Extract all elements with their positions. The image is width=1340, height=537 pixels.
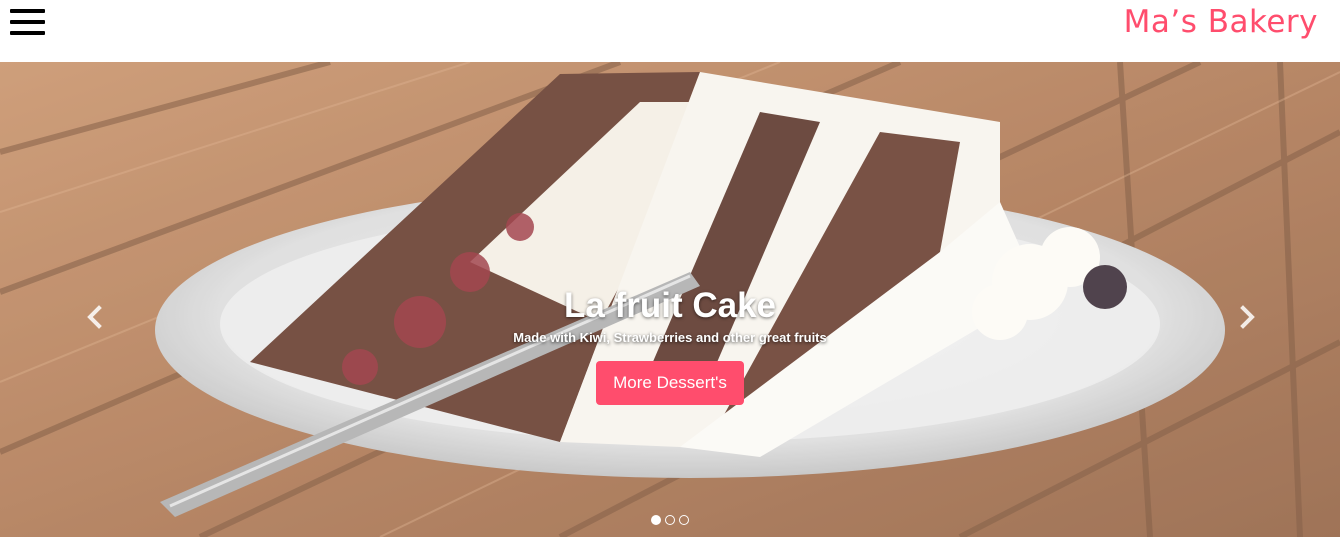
carousel-caption: La fruit Cake Made with Kiwi, Strawberri… [0,284,1340,405]
navbar: Ma’s Bakery [0,0,1340,62]
carousel-indicator-1[interactable] [651,515,661,525]
brand-logo[interactable]: Ma’s Bakery [1124,4,1318,40]
hamburger-menu-icon[interactable] [10,8,46,38]
carousel-indicators [0,515,1340,525]
carousel-indicator-2[interactable] [665,515,675,525]
slide-subtitle: Made with Kiwi, Strawberries and other g… [513,330,827,345]
carousel-indicator-3[interactable] [679,515,689,525]
slide-title: La fruit Cake [564,286,776,325]
more-desserts-button[interactable]: More Dessert's [596,361,744,405]
hero-carousel: La fruit Cake Made with Kiwi, Strawberri… [0,62,1340,537]
